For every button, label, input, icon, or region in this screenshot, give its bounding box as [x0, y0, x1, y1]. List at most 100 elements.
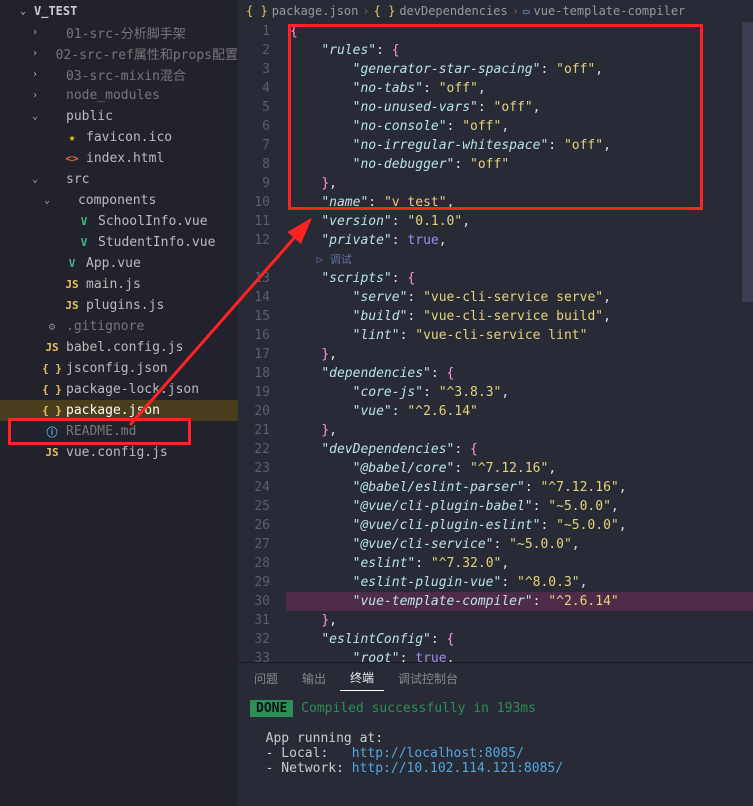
- code-line[interactable]: "@vue/cli-plugin-eslint": "~5.0.0",: [290, 516, 753, 535]
- file-tree-item[interactable]: ›01-src-分析脚手架: [0, 22, 238, 43]
- folder-icon: [44, 88, 60, 104]
- code-line[interactable]: "devDependencies": {: [290, 440, 753, 459]
- code-line[interactable]: "no-irregular-whitespace": "off",: [290, 136, 753, 155]
- panel-tab[interactable]: 问题: [244, 666, 288, 691]
- code-line[interactable]: "@vue/cli-plugin-babel": "~5.0.0",: [290, 497, 753, 516]
- chevron-down-icon: ⌄: [20, 6, 30, 17]
- root-folder-label: V_TEST: [34, 4, 77, 18]
- code-line[interactable]: "scripts": {: [290, 269, 753, 288]
- code-line[interactable]: "no-unused-vars": "off",: [290, 98, 753, 117]
- file-tree-item[interactable]: V SchoolInfo.vue: [0, 211, 238, 232]
- panel-tabs: 问题输出终端调试控制台: [238, 663, 753, 693]
- code-line[interactable]: "build": "vue-cli-service build",: [290, 307, 753, 326]
- panel-tab[interactable]: 终端: [340, 665, 384, 691]
- breadcrumb: { } package.json › { } devDependencies ›…: [238, 0, 753, 22]
- file-label: src: [66, 172, 89, 187]
- code-line[interactable]: "@vue/cli-service": "~5.0.0",: [290, 535, 753, 554]
- file-tree-item[interactable]: <>index.html: [0, 148, 238, 169]
- json-icon: { }: [44, 403, 60, 419]
- compile-msg: Compiled successfully in 193ms: [301, 701, 536, 716]
- file-label: favicon.ico: [86, 130, 172, 145]
- editor-scrollbar[interactable]: [742, 22, 753, 662]
- folder-icon: [56, 193, 72, 209]
- code-line[interactable]: "generator-star-spacing": "off",: [290, 60, 753, 79]
- code-line[interactable]: },: [290, 345, 753, 364]
- file-tree-item[interactable]: JSvue.config.js: [0, 442, 238, 463]
- file-label: .gitignore: [66, 319, 144, 334]
- code-line[interactable]: "version": "0.1.0",: [290, 212, 753, 231]
- panel-tab[interactable]: 调试控制台: [388, 666, 468, 691]
- file-tree-item[interactable]: ›node_modules: [0, 85, 238, 106]
- code-line[interactable]: "private": true,: [290, 231, 753, 250]
- code-line[interactable]: "vue": "^2.6.14": [290, 402, 753, 421]
- explorer-sidebar: ⌄ V_TEST ›01-src-分析脚手架›02-src-ref属性和prop…: [0, 0, 238, 806]
- breadcrumb-seg[interactable]: devDependencies: [399, 4, 507, 18]
- file-tree-item[interactable]: ⓘREADME.md: [0, 421, 238, 442]
- breadcrumb-seg[interactable]: vue-template-compiler: [534, 4, 686, 18]
- code-line[interactable]: "name": "v_test",: [290, 193, 753, 212]
- star-icon: ★: [64, 130, 80, 146]
- app-running-label: App running at:: [266, 731, 383, 746]
- codelens-debug[interactable]: ▷ 调试: [290, 250, 753, 269]
- file-label: components: [78, 193, 156, 208]
- file-tree-item[interactable]: ⌄src: [0, 169, 238, 190]
- file-tree-item[interactable]: { }package-lock.json: [0, 379, 238, 400]
- code-line[interactable]: },: [290, 421, 753, 440]
- code-line[interactable]: "no-tabs": "off",: [290, 79, 753, 98]
- file-label: SchoolInfo.vue: [98, 214, 208, 229]
- code-line[interactable]: "eslintConfig": {: [290, 630, 753, 649]
- code-line[interactable]: "root": true,: [290, 649, 753, 662]
- file-tree-item[interactable]: VStudentInfo.vue: [0, 232, 238, 253]
- file-tree-item[interactable]: VApp.vue: [0, 253, 238, 274]
- file-label: main.js: [86, 277, 141, 292]
- file-tree-item[interactable]: { }jsconfig.json: [0, 358, 238, 379]
- terminal-output[interactable]: DONE Compiled successfully in 193ms App …: [238, 693, 753, 806]
- file-tree-item[interactable]: ⚙.gitignore: [0, 316, 238, 337]
- file-tree-item[interactable]: ⌄ public: [0, 106, 238, 127]
- code-line[interactable]: },: [290, 611, 753, 630]
- folder-icon: [44, 25, 60, 41]
- js-icon: JS: [64, 277, 80, 293]
- file-tree-item[interactable]: JSplugins.js: [0, 295, 238, 316]
- scrollbar-thumb[interactable]: [742, 22, 753, 302]
- json-icon: { }: [246, 4, 268, 18]
- code-line[interactable]: },: [290, 174, 753, 193]
- code-line[interactable]: "eslint-plugin-vue": "^8.0.3",: [290, 573, 753, 592]
- code-line[interactable]: "no-debugger": "off": [290, 155, 753, 174]
- network-url[interactable]: http://10.102.114.121:8085/: [352, 761, 563, 776]
- code-line[interactable]: "@babel/eslint-parser": "^7.12.16",: [290, 478, 753, 497]
- code-editor[interactable]: 123456789101112 131415161718192021222324…: [238, 22, 753, 662]
- network-label: - Network:: [266, 761, 352, 776]
- file-tree-item[interactable]: JSbabel.config.js: [0, 337, 238, 358]
- code-line[interactable]: "lint": "vue-cli-service lint": [290, 326, 753, 345]
- local-url[interactable]: http://localhost:8085/: [352, 746, 524, 761]
- abc-icon: ▭: [523, 5, 530, 18]
- file-tree-item[interactable]: ›03-src-mixin混合: [0, 64, 238, 85]
- code-line[interactable]: "no-console": "off",: [290, 117, 753, 136]
- folder-icon: [44, 109, 60, 125]
- file-tree-item[interactable]: ›02-src-ref属性和props配置: [0, 43, 238, 64]
- vue-icon: V: [76, 214, 92, 230]
- code-line[interactable]: "eslint": "^7.32.0",: [290, 554, 753, 573]
- code-line[interactable]: "serve": "vue-cli-service serve",: [290, 288, 753, 307]
- code-content[interactable]: { "rules": { "generator-star-spacing": "…: [286, 22, 753, 662]
- code-line[interactable]: "core-js": "^3.8.3",: [290, 383, 753, 402]
- explorer-root[interactable]: ⌄ V_TEST: [0, 0, 238, 22]
- file-tree-item[interactable]: ⌄components: [0, 190, 238, 211]
- file-tree-item[interactable]: JS main.js: [0, 274, 238, 295]
- code-line[interactable]: "dependencies": {: [290, 364, 753, 383]
- code-line[interactable]: {: [290, 22, 753, 41]
- file-tree-item[interactable]: { }package.json: [0, 400, 238, 421]
- file-label: StudentInfo.vue: [98, 235, 215, 250]
- info-icon: ⓘ: [44, 424, 60, 440]
- code-line[interactable]: "@babel/core": "^7.12.16",: [290, 459, 753, 478]
- file-tree-item[interactable]: ★ favicon.ico: [0, 127, 238, 148]
- code-line[interactable]: "rules": {: [290, 41, 753, 60]
- panel-tab[interactable]: 输出: [292, 666, 336, 691]
- json-icon: { }: [44, 361, 60, 377]
- breadcrumb-seg[interactable]: package.json: [272, 4, 359, 18]
- file-label: public: [66, 109, 113, 124]
- chevron-right-icon: ›: [512, 4, 519, 18]
- code-line[interactable]: "vue-template-compiler": "^2.6.14": [286, 592, 753, 611]
- chevron-down-icon: ⌄: [32, 111, 42, 122]
